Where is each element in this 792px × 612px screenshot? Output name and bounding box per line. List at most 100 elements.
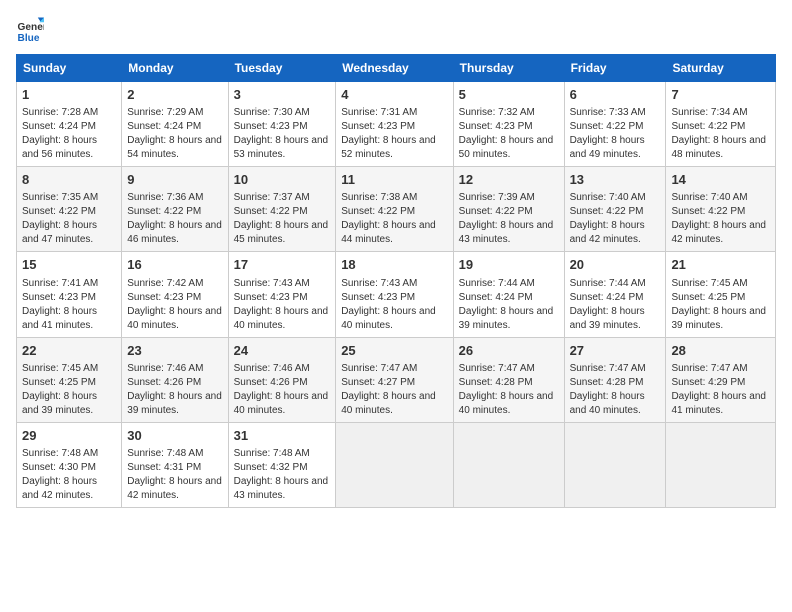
- sunset-label: Sunset: 4:31 PM: [127, 462, 201, 473]
- calendar-cell: 21Sunrise: 7:45 AMSunset: 4:25 PMDayligh…: [666, 252, 776, 337]
- sunrise-label: Sunrise: 7:37 AM: [234, 192, 310, 203]
- calendar-cell: 9Sunrise: 7:36 AMSunset: 4:22 PMDaylight…: [122, 167, 228, 252]
- sunrise-label: Sunrise: 7:31 AM: [341, 107, 417, 118]
- daylight-label: Daylight: 8 hours and 39 minutes.: [22, 391, 97, 416]
- sunset-label: Sunset: 4:24 PM: [459, 292, 533, 303]
- sunrise-label: Sunrise: 7:38 AM: [341, 192, 417, 203]
- calendar-cell: 1Sunrise: 7:28 AMSunset: 4:24 PMDaylight…: [17, 82, 122, 167]
- week-row-2: 8Sunrise: 7:35 AMSunset: 4:22 PMDaylight…: [17, 167, 776, 252]
- calendar-cell: 10Sunrise: 7:37 AMSunset: 4:22 PMDayligh…: [228, 167, 336, 252]
- calendar-cell: 5Sunrise: 7:32 AMSunset: 4:23 PMDaylight…: [453, 82, 564, 167]
- day-number: 18: [341, 256, 447, 274]
- day-number: 11: [341, 171, 447, 189]
- day-number: 29: [22, 427, 116, 445]
- sunset-label: Sunset: 4:23 PM: [459, 121, 533, 132]
- daylight-label: Daylight: 8 hours and 40 minutes.: [127, 306, 222, 331]
- svg-text:Blue: Blue: [18, 33, 40, 44]
- sunrise-label: Sunrise: 7:29 AM: [127, 107, 203, 118]
- sunset-label: Sunset: 4:23 PM: [22, 292, 96, 303]
- calendar-cell: 14Sunrise: 7:40 AMSunset: 4:22 PMDayligh…: [666, 167, 776, 252]
- sunset-label: Sunset: 4:25 PM: [671, 292, 745, 303]
- calendar-cell: 7Sunrise: 7:34 AMSunset: 4:22 PMDaylight…: [666, 82, 776, 167]
- day-number: 6: [570, 86, 661, 104]
- day-number: 13: [570, 171, 661, 189]
- day-number: 28: [671, 342, 770, 360]
- sunrise-label: Sunrise: 7:45 AM: [22, 363, 98, 374]
- daylight-label: Daylight: 8 hours and 50 minutes.: [459, 135, 554, 160]
- calendar-cell: 31Sunrise: 7:48 AMSunset: 4:32 PMDayligh…: [228, 422, 336, 507]
- calendar-cell: 22 Sunrise: 7:45 AM Sunset: 4:25 PM Dayligh…: [17, 337, 122, 422]
- calendar-cell: 11Sunrise: 7:38 AMSunset: 4:22 PMDayligh…: [336, 167, 453, 252]
- sunset-label: Sunset: 4:22 PM: [341, 206, 415, 217]
- sunset-label: Sunset: 4:23 PM: [341, 121, 415, 132]
- calendar-cell: 17Sunrise: 7:43 AMSunset: 4:23 PMDayligh…: [228, 252, 336, 337]
- logo-icon: General Blue: [16, 16, 44, 44]
- day-number: 24: [234, 342, 331, 360]
- sunset-label: Sunset: 4:29 PM: [671, 377, 745, 388]
- sunset-label: Sunset: 4:22 PM: [671, 206, 745, 217]
- sunrise-label: Sunrise: 7:47 AM: [459, 363, 535, 374]
- daylight-label: Daylight: 8 hours and 40 minutes.: [570, 391, 645, 416]
- sunrise-label: Sunrise: 7:46 AM: [127, 363, 203, 374]
- calendar-cell: 28Sunrise: 7:47 AMSunset: 4:29 PMDayligh…: [666, 337, 776, 422]
- sunrise-label: Sunrise: 7:47 AM: [341, 363, 417, 374]
- day-number: 14: [671, 171, 770, 189]
- daylight-label: Daylight: 8 hours and 56 minutes.: [22, 135, 97, 160]
- sunset-label: Sunset: 4:22 PM: [22, 206, 96, 217]
- day-number: 22: [22, 342, 116, 360]
- daylight-label: Daylight: 8 hours and 39 minutes.: [127, 391, 222, 416]
- calendar-cell: 16Sunrise: 7:42 AMSunset: 4:23 PMDayligh…: [122, 252, 228, 337]
- day-number: 10: [234, 171, 331, 189]
- sunrise-label: Sunrise: 7:41 AM: [22, 278, 98, 289]
- day-number: 23: [127, 342, 222, 360]
- daylight-label: Daylight: 8 hours and 53 minutes.: [234, 135, 329, 160]
- calendar-cell: [453, 422, 564, 507]
- day-number: 7: [671, 86, 770, 104]
- week-row-3: 15 Sunrise: 7:41 AM Sunset: 4:23 PM Dayligh…: [17, 252, 776, 337]
- day-number: 4: [341, 86, 447, 104]
- day-number: 30: [127, 427, 222, 445]
- calendar-cell: 18Sunrise: 7:43 AMSunset: 4:23 PMDayligh…: [336, 252, 453, 337]
- sunrise-label: Sunrise: 7:32 AM: [459, 107, 535, 118]
- sunset-label: Sunset: 4:22 PM: [127, 206, 201, 217]
- calendar-cell: 29Sunrise: 7:48 AMSunset: 4:30 PMDayligh…: [17, 422, 122, 507]
- column-header-wednesday: Wednesday: [336, 55, 453, 82]
- daylight-label: Daylight: 8 hours and 39 minutes.: [459, 306, 554, 331]
- sunset-label: Sunset: 4:24 PM: [570, 292, 644, 303]
- sunset-label: Sunset: 4:28 PM: [459, 377, 533, 388]
- day-number: 15: [22, 256, 116, 274]
- week-row-4: 22 Sunrise: 7:45 AM Sunset: 4:25 PM Dayligh…: [17, 337, 776, 422]
- sunset-label: Sunset: 4:22 PM: [234, 206, 308, 217]
- day-number: 27: [570, 342, 661, 360]
- calendar-cell: 20Sunrise: 7:44 AMSunset: 4:24 PMDayligh…: [564, 252, 666, 337]
- sunset-label: Sunset: 4:26 PM: [234, 377, 308, 388]
- sunset-label: Sunset: 4:22 PM: [570, 121, 644, 132]
- sunrise-label: Sunrise: 7:45 AM: [671, 278, 747, 289]
- daylight-label: Daylight: 8 hours and 42 minutes.: [127, 476, 222, 501]
- sunrise-label: Sunrise: 7:40 AM: [570, 192, 646, 203]
- daylight-label: Daylight: 8 hours and 54 minutes.: [127, 135, 222, 160]
- calendar-cell: 25Sunrise: 7:47 AMSunset: 4:27 PMDayligh…: [336, 337, 453, 422]
- calendar-cell: 27Sunrise: 7:47 AMSunset: 4:28 PMDayligh…: [564, 337, 666, 422]
- sunset-label: Sunset: 4:27 PM: [341, 377, 415, 388]
- calendar-cell: 12Sunrise: 7:39 AMSunset: 4:22 PMDayligh…: [453, 167, 564, 252]
- day-number: 20: [570, 256, 661, 274]
- calendar-cell: 23Sunrise: 7:46 AMSunset: 4:26 PMDayligh…: [122, 337, 228, 422]
- svg-text:General: General: [18, 22, 44, 33]
- day-number: 12: [459, 171, 559, 189]
- sunset-label: Sunset: 4:25 PM: [22, 377, 96, 388]
- sunset-label: Sunset: 4:24 PM: [22, 121, 96, 132]
- daylight-label: Daylight: 8 hours and 41 minutes.: [22, 306, 97, 331]
- day-number: 3: [234, 86, 331, 104]
- daylight-label: Daylight: 8 hours and 43 minutes.: [459, 220, 554, 245]
- sunset-label: Sunset: 4:30 PM: [22, 462, 96, 473]
- sunrise-label: Sunrise: 7:44 AM: [459, 278, 535, 289]
- calendar-cell: 4Sunrise: 7:31 AMSunset: 4:23 PMDaylight…: [336, 82, 453, 167]
- daylight-label: Daylight: 8 hours and 41 minutes.: [671, 391, 766, 416]
- calendar-cell: 26Sunrise: 7:47 AMSunset: 4:28 PMDayligh…: [453, 337, 564, 422]
- day-number: 1: [22, 86, 116, 104]
- daylight-label: Daylight: 8 hours and 49 minutes.: [570, 135, 645, 160]
- column-header-sunday: Sunday: [17, 55, 122, 82]
- calendar-cell: 24Sunrise: 7:46 AMSunset: 4:26 PMDayligh…: [228, 337, 336, 422]
- column-header-monday: Monday: [122, 55, 228, 82]
